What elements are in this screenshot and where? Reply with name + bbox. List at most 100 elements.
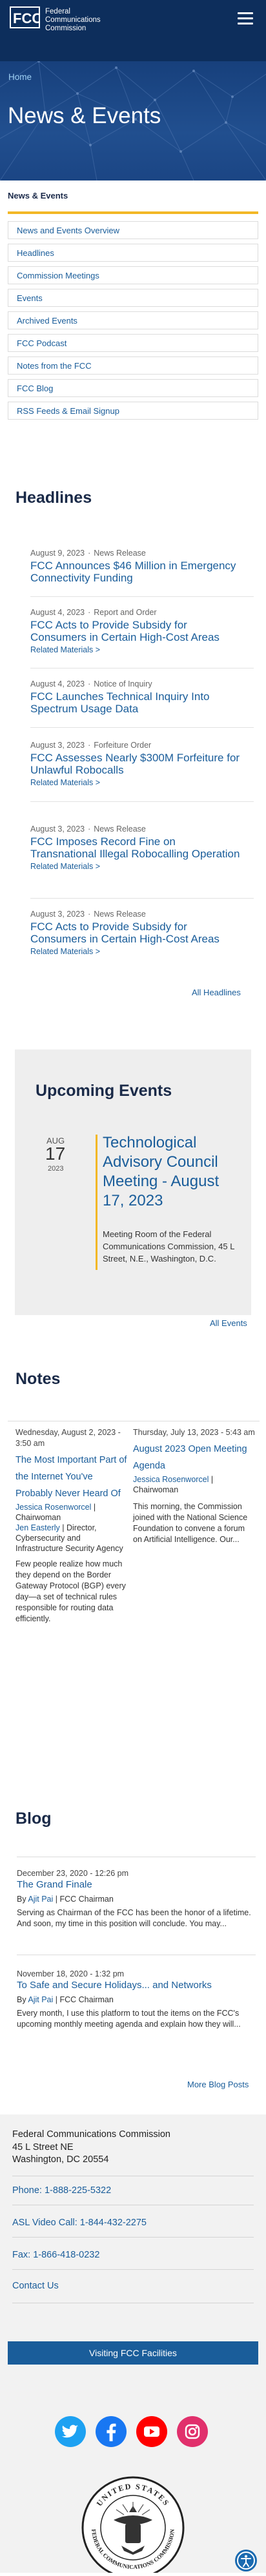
headline-meta: August 9, 2023 · News Release [30,549,146,558]
fcc-logo[interactable]: FCC [10,6,40,28]
footer-address: Federal Communications Commission 45 L S… [12,2129,170,2167]
event-title[interactable]: Technological Advisory Council Meeting -… [103,1133,238,1211]
note-date: Thursday, July 13, 2023 - 5:43 am [133,1428,255,1437]
note-card: Wednesday, August 2, 2023 - 3:50 am The … [15,1427,128,1625]
fcc-logo-text: FCC [13,10,39,26]
hamburger-menu-icon[interactable] [234,9,257,27]
address-line: Federal Communications Commission [12,2129,170,2140]
blog-excerpt: Serving as Chairman of the FCC has been … [17,1908,251,1928]
footer-fax-link[interactable]: Fax: 1-866-418-0232 [12,2250,99,2260]
blog-author-link[interactable]: Ajit Pai [28,1995,53,2004]
note-author-link[interactable]: Jessica Rosenworcel [133,1475,209,1484]
section-nav-item-rss[interactable]: RSS Feeds & Email Signup [8,402,258,420]
section-nav-item-overview[interactable]: News and Events Overview [8,221,258,239]
note-author-link[interactable]: Jen Easterly [15,1523,60,1532]
headline-title[interactable]: FCC Imposes Record Fine on Transnational… [30,835,243,860]
address-line: 45 L Street NE [12,2142,74,2152]
blog-title[interactable]: The Grand Finale [17,1878,252,1891]
headline-date: August 3, 2023 [30,741,85,750]
headline-title[interactable]: FCC Launches Technical Inquiry Into Spec… [30,690,243,715]
blog-excerpt: Every month, I use this platform to tout… [17,2009,241,2029]
visiting-facilities-button[interactable]: Visiting FCC Facilities [8,2341,258,2365]
note-excerpt: This morning, the Commission joined with… [133,1502,248,1544]
more-blog-posts-link[interactable]: More Blog Posts [187,2080,249,2089]
section-nav: News and Events Overview Headlines Commi… [8,221,258,424]
headline-title[interactable]: FCC Announces $46 Million in Emergency C… [30,560,243,584]
note-title[interactable]: The Most Important Part of the Internet … [15,1452,128,1502]
event-accent-bar [96,1135,97,1270]
facebook-icon[interactable] [96,2416,127,2447]
divider [30,801,254,802]
headline-type: News Release [94,549,146,558]
section-nav-item-commission-meetings[interactable]: Commission Meetings [8,266,258,284]
headline-item: August 3, 2023 · News Release FCC Imposes … [30,824,243,871]
headline-date: August 4, 2023 [30,608,85,617]
note-author-link[interactable]: Jessica Rosenworcel [15,1503,91,1512]
address-line: Washington, DC 20554 [12,2154,109,2165]
section-nav-item-podcast[interactable]: FCC Podcast [8,334,258,352]
instagram-icon[interactable] [177,2416,208,2447]
blog-author: By Ajit Pai | FCC Chairman [17,1895,114,1904]
related-materials-link[interactable]: Related Materials > [30,947,243,956]
related-materials-link[interactable]: Related Materials > [30,778,243,787]
headline-title[interactable]: FCC Assesses Nearly $300M Forfeiture for… [30,752,243,776]
headline-title[interactable]: FCC Acts to Provide Subsidy for Consumer… [30,619,243,643]
note-title[interactable]: August 2023 Open Meeting Agenda [133,1441,256,1474]
blog-date: December 23, 2020 - 12:26 pm [17,1869,129,1878]
all-headlines-link[interactable]: All Headlines [192,988,241,997]
youtube-icon[interactable] [136,2416,167,2447]
headline-date: August 3, 2023 [30,910,85,919]
site-header: FCC Federal Communications Commission [0,0,266,61]
breadcrumb-home[interactable]: Home [8,72,32,82]
divider [12,2237,254,2238]
note-author: Jessica Rosenworcel | Chairwoman [15,1502,128,1523]
fcc-seal: UNITED STATES FEDERAL COMMUNICATIONS COM… [80,2475,186,2576]
divider [12,2269,254,2270]
blog-date: November 18, 2020 - 1:32 pm [17,1969,125,1978]
divider [30,898,254,899]
blog-post: November 18, 2020 - 1:32 pm To Safe and … [17,1969,252,2030]
divider [30,727,254,728]
section-nav-item-blog[interactable]: FCC Blog [8,379,258,397]
agency-name-line: Commission [45,24,87,32]
agency-name[interactable]: Federal Communications Commission [45,8,123,33]
related-materials-link[interactable]: Related Materials > [30,645,243,654]
footer-phone-link[interactable]: Phone: 1-888-225-5322 [12,2185,111,2196]
event-day: 17 [45,1144,66,1164]
headline-meta: August 4, 2023 · Report and Order [30,608,157,617]
footer-contact-link[interactable]: Contact Us [12,2281,59,2291]
twitter-icon[interactable] [55,2416,86,2447]
all-events-link[interactable]: All Events [210,1318,247,1328]
section-nav-item-notes[interactable]: Notes from the FCC [8,356,258,375]
headline-item: August 9, 2023 · News Release FCC Announce… [30,548,243,584]
headline-date: August 4, 2023 [30,679,85,688]
blog-title[interactable]: To Safe and Secure Holidays... and Netwo… [17,1979,252,1991]
events-heading: Upcoming Events [36,1082,172,1100]
note-author: Jen Easterly | Director, Cybersecurity a… [15,1523,128,1554]
footer-asl-link[interactable]: ASL Video Call: 1-844-432-2275 [12,2218,147,2228]
blog-post: December 23, 2020 - 12:26 pm The Grand F… [17,1868,252,1929]
note-excerpt: Few people realize how much they depend … [15,1559,126,1623]
headline-item: August 3, 2023 · Forfeiture Order FCC Asse… [30,740,243,787]
section-nav-item-archived-events[interactable]: Archived Events [8,311,258,329]
section-nav-item-events[interactable]: Events [8,289,258,307]
divider [30,596,254,597]
section-nav-heading[interactable]: News & Events [8,191,68,200]
section-nav-divider [8,211,258,214]
blog-author: By Ajit Pai | FCC Chairman [17,1995,114,2004]
blog-author-link[interactable]: Ajit Pai [28,1895,53,1904]
related-materials-link[interactable]: Related Materials > [30,862,243,871]
blog-heading: Blog [15,1810,52,1828]
headline-type: Notice of Inquiry [94,679,152,688]
agency-name-line: Federal [45,8,70,15]
accessibility-icon[interactable] [235,2550,257,2571]
headline-item: August 3, 2023 · News Release FCC Acts to … [30,909,243,956]
headline-title[interactable]: FCC Acts to Provide Subsidy for Consumer… [30,921,243,945]
agency-name-line: Communications [45,16,101,24]
headline-type: Forfeiture Order [94,741,152,750]
headline-meta: August 3, 2023 · News Release [30,825,146,834]
section-nav-item-headlines[interactable]: Headlines [8,244,258,262]
note-author: Jessica Rosenworcel | Chairwoman [133,1474,256,1495]
headline-meta: August 3, 2023 · Forfeiture Order [30,741,152,750]
headline-type: News Release [94,825,146,834]
